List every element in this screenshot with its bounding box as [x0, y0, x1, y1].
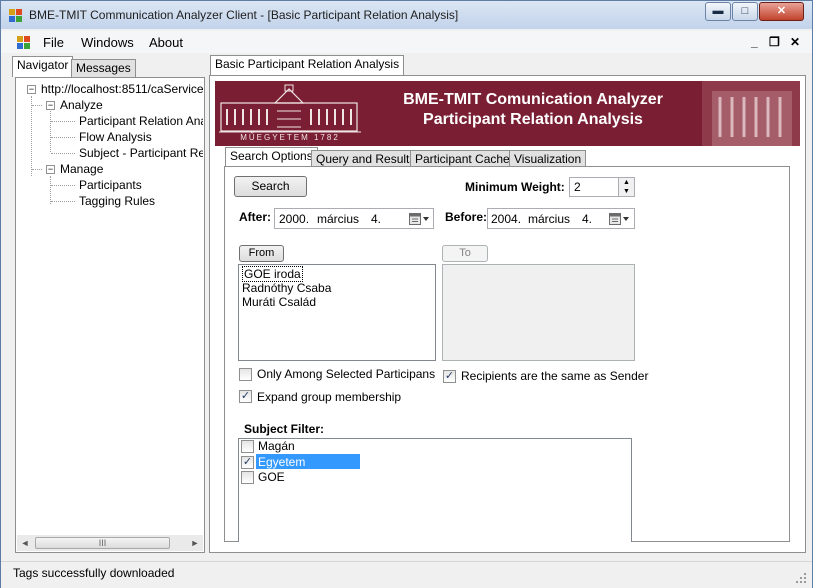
- after-date-picker[interactable]: 2000. március 4.: [274, 208, 434, 229]
- main-window: BME-TMIT Communication Analyzer Client -…: [0, 0, 813, 588]
- from-list-item[interactable]: Radnóthy Csaba: [242, 281, 331, 295]
- spin-down-icon[interactable]: ▼: [618, 187, 634, 196]
- scroll-thumb[interactable]: III: [35, 537, 170, 549]
- after-day: 4.: [371, 212, 382, 226]
- tree-item-participant-relation[interactable]: Participant Relation Analys: [79, 114, 203, 128]
- tree-expander[interactable]: −: [27, 85, 36, 94]
- tab-query-results[interactable]: Query and Results: [311, 150, 421, 167]
- app-icon: [9, 9, 22, 22]
- before-day: 4.: [582, 212, 593, 226]
- banner-crest-text: MŰEGYETEM 1782: [240, 133, 340, 142]
- resize-grip-icon[interactable]: [795, 572, 807, 584]
- calendar-dropdown-icon[interactable]: [609, 213, 631, 225]
- expand-group-label[interactable]: Expand group membership: [257, 390, 401, 404]
- tree-item-manage[interactable]: Manage: [60, 162, 103, 176]
- tab-search-options[interactable]: Search Options: [225, 147, 318, 167]
- tree-item-tagging-rules[interactable]: Tagging Rules: [79, 194, 155, 208]
- menu-bar: File Windows About _ ❐ ✕: [1, 31, 812, 53]
- from-list[interactable]: GOE iroda Radnóthy Csaba Muráti Család: [238, 264, 436, 361]
- from-list-item[interactable]: GOE iroda: [242, 266, 303, 282]
- before-month: március: [528, 212, 571, 226]
- tree-line: [50, 108, 51, 152]
- status-bar: Tags successfully downloaded: [1, 561, 812, 588]
- scroll-right-icon[interactable]: ►: [187, 535, 203, 551]
- to-button[interactable]: To: [442, 245, 488, 262]
- mdi-child-icon[interactable]: [17, 35, 31, 49]
- mdi-close-button[interactable]: ✕: [790, 35, 800, 49]
- tree-line: [51, 153, 75, 154]
- status-text: Tags successfully downloaded: [13, 566, 175, 580]
- tree-item-participants[interactable]: Participants: [79, 178, 142, 192]
- tree-item-analyze[interactable]: Analyze: [60, 98, 103, 112]
- tree-line: [51, 121, 75, 122]
- to-list[interactable]: [442, 264, 635, 361]
- before-date-picker[interactable]: 2004. március 4.: [487, 208, 635, 229]
- recipients-same-checkbox[interactable]: ✓: [443, 370, 456, 383]
- tree-line: [32, 169, 42, 170]
- navigator-tree: − http://localhost:8511/caService - − An…: [15, 77, 205, 553]
- minimum-weight-value: 2: [574, 180, 581, 194]
- tab-navigator[interactable]: Navigator: [12, 56, 74, 77]
- building-photo: [702, 81, 800, 146]
- tree-line: [50, 176, 51, 204]
- tree-line: [51, 185, 75, 186]
- title-bar[interactable]: BME-TMIT Communication Analyzer Client -…: [1, 1, 812, 29]
- mdi-minimize-button[interactable]: _: [751, 35, 758, 49]
- tree-expander[interactable]: −: [46, 101, 55, 110]
- minimize-button[interactable]: ▬: [705, 2, 731, 21]
- search-button[interactable]: Search: [234, 176, 307, 197]
- subject-checkbox[interactable]: [241, 440, 254, 453]
- subject-item-label[interactable]: Egyetem: [258, 455, 305, 469]
- only-among-checkbox[interactable]: [239, 368, 252, 381]
- menu-file[interactable]: File: [43, 35, 64, 50]
- tab-messages[interactable]: Messages: [71, 59, 136, 77]
- before-label: Before:: [445, 210, 488, 224]
- expand-group-checkbox[interactable]: ✓: [239, 390, 252, 403]
- before-year: 2004.: [491, 212, 522, 226]
- maximize-button[interactable]: □: [732, 2, 758, 21]
- tree-line: [51, 137, 75, 138]
- banner-subtitle: Participant Relation Analysis: [423, 111, 643, 128]
- tab-basic-participant-relation[interactable]: Basic Participant Relation Analysis: [210, 55, 405, 76]
- header-banner: MŰEGYETEM 1782 BME-TMIT Comunication Ana…: [215, 81, 800, 146]
- subject-item-label[interactable]: GOE: [258, 470, 285, 484]
- tree-expander[interactable]: −: [46, 165, 55, 174]
- tab-participant-cache[interactable]: Participant Cache: [410, 150, 515, 167]
- subject-filter-label: Subject Filter:: [244, 422, 325, 436]
- subject-filter-list[interactable]: Magán ✓ Egyetem GOE: [238, 438, 632, 542]
- tree-line: [51, 201, 75, 202]
- after-label: After:: [239, 210, 271, 224]
- menu-windows[interactable]: Windows: [81, 35, 134, 50]
- mdi-restore-button[interactable]: ❐: [769, 35, 780, 49]
- tree-line: [32, 105, 42, 106]
- after-year: 2000.: [279, 212, 310, 226]
- from-button[interactable]: From: [239, 245, 284, 262]
- menu-about[interactable]: About: [149, 35, 183, 50]
- scroll-left-icon[interactable]: ◄: [17, 535, 33, 551]
- after-month: március: [317, 212, 360, 226]
- subject-checkbox[interactable]: ✓: [241, 456, 254, 469]
- only-among-label[interactable]: Only Among Selected Participans: [257, 367, 435, 381]
- tree-item-subject-participant[interactable]: Subject - Participant Relat: [79, 146, 203, 160]
- recipients-same-label[interactable]: Recipients are the same as Sender: [461, 369, 648, 383]
- tree-line: [31, 96, 32, 176]
- tree-root-service[interactable]: http://localhost:8511/caService -: [41, 82, 203, 96]
- horizontal-scrollbar[interactable]: ◄ III ►: [17, 535, 203, 551]
- from-list-item[interactable]: Muráti Család: [242, 295, 316, 309]
- minimum-weight-label: Minimum Weight:: [465, 180, 565, 194]
- subject-checkbox[interactable]: [241, 471, 254, 484]
- subject-item-label[interactable]: Magán: [258, 439, 295, 453]
- minimum-weight-spinner[interactable]: 2 ▲ ▼: [569, 177, 635, 197]
- tab-visualization[interactable]: Visualization: [509, 150, 587, 167]
- window-title: BME-TMIT Communication Analyzer Client -…: [29, 8, 459, 22]
- tree-item-flow-analysis[interactable]: Flow Analysis: [79, 130, 152, 144]
- calendar-dropdown-icon[interactable]: [409, 213, 431, 225]
- close-button[interactable]: ✕: [759, 2, 804, 21]
- banner-title: BME-TMIT Comunication Analyzer: [403, 91, 663, 108]
